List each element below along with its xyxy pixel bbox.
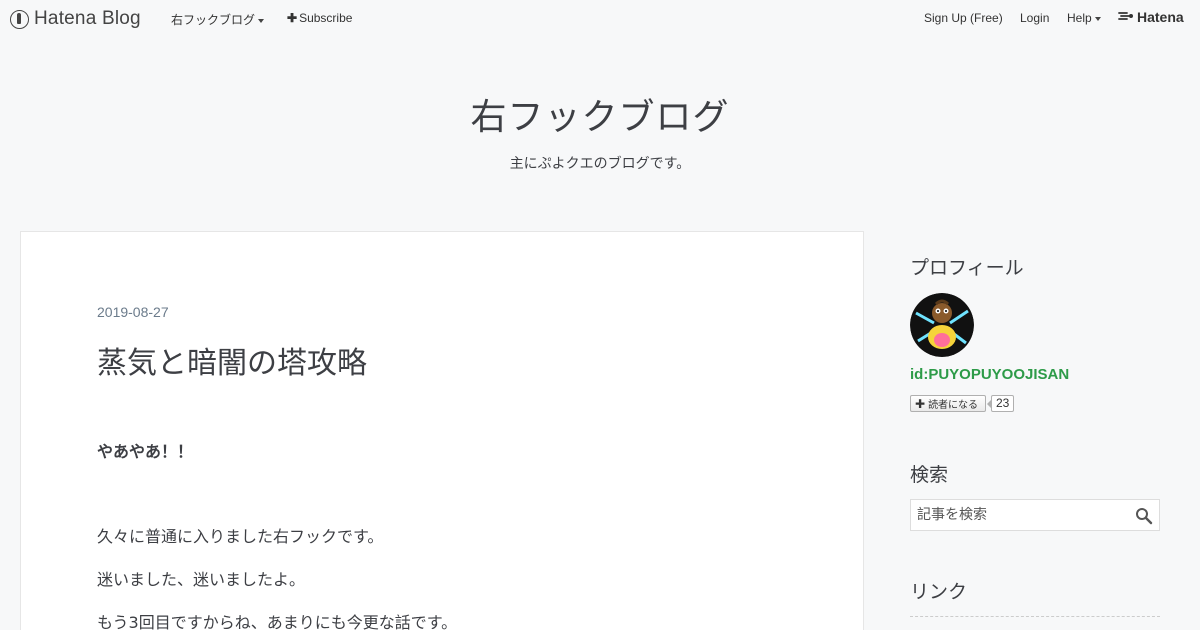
blog-menu-dropdown[interactable]: 右フックブログ — [171, 11, 265, 28]
hatena-logo-text: Hatena — [1137, 9, 1184, 25]
entry-date[interactable]: 2019-08-27 — [97, 304, 169, 320]
subscribe-link[interactable]: ✚ Subscribe — [287, 11, 352, 25]
subscribe-reader-label: 読者になる — [928, 400, 979, 411]
blog-description: 主にぷよクエのブログです。 — [509, 156, 691, 172]
search-icon — [1136, 508, 1153, 525]
search-heading: 検索 — [910, 464, 949, 486]
blog-title[interactable]: 右フックブログ — [0, 88, 1200, 140]
subscribe-label: Subscribe — [299, 11, 353, 25]
global-header: Hatena Blog 右フックブログ ✚ Subscribe Sign Up (… — [0, 0, 1200, 36]
hatena-blog-icon — [10, 9, 29, 29]
blog-menu-label: 右フックブログ — [171, 13, 256, 27]
help-dropdown[interactable]: Help — [1067, 11, 1101, 25]
entry-title[interactable]: 蒸気と暗闇の塔攻略 — [97, 338, 367, 382]
avatar[interactable] — [910, 293, 974, 357]
brand-text: Hatena Blog — [34, 8, 141, 29]
profile-id-link[interactable]: id:PUYOPUYOOJISAN — [910, 366, 1069, 383]
divider — [910, 616, 1160, 617]
hatena-logo[interactable]: Hatena — [1118, 9, 1184, 25]
subscriber-count[interactable]: 23 — [986, 395, 1015, 412]
article-container: 2019-08-27 蒸気と暗闇の塔攻略 やあやあ！！ 久々に普通に入りました右… — [20, 231, 864, 630]
paragraph: 迷いました、迷いましたよ。 — [97, 570, 306, 589]
search-input[interactable] — [911, 500, 1131, 530]
login-link[interactable]: Login — [1020, 11, 1049, 25]
help-label: Help — [1067, 11, 1092, 25]
profile-heading: プロフィール — [910, 257, 1024, 279]
avatar-image — [910, 293, 974, 357]
search-form — [910, 499, 1160, 531]
paragraph: 久々に普通に入りました右フックです。 — [97, 527, 384, 546]
chevron-down-icon — [1094, 16, 1101, 21]
plus-icon: ✚ — [287, 11, 298, 25]
subscribe-reader-button[interactable]: ✚ 読者になる — [910, 395, 986, 412]
chevron-down-icon — [258, 18, 265, 23]
search-button[interactable] — [1135, 507, 1153, 525]
signup-link[interactable]: Sign Up (Free) — [924, 11, 1003, 25]
plus-icon: ✚ — [915, 396, 926, 411]
hatena-wing-icon — [1118, 12, 1133, 20]
links-heading: リンク — [910, 581, 968, 603]
hatena-blog-logo[interactable]: Hatena Blog — [10, 8, 141, 30]
paragraph: やあやあ！！ — [97, 442, 194, 461]
paragraph: もう3回目ですからね、あまりにも今更な話です。 — [97, 613, 458, 630]
